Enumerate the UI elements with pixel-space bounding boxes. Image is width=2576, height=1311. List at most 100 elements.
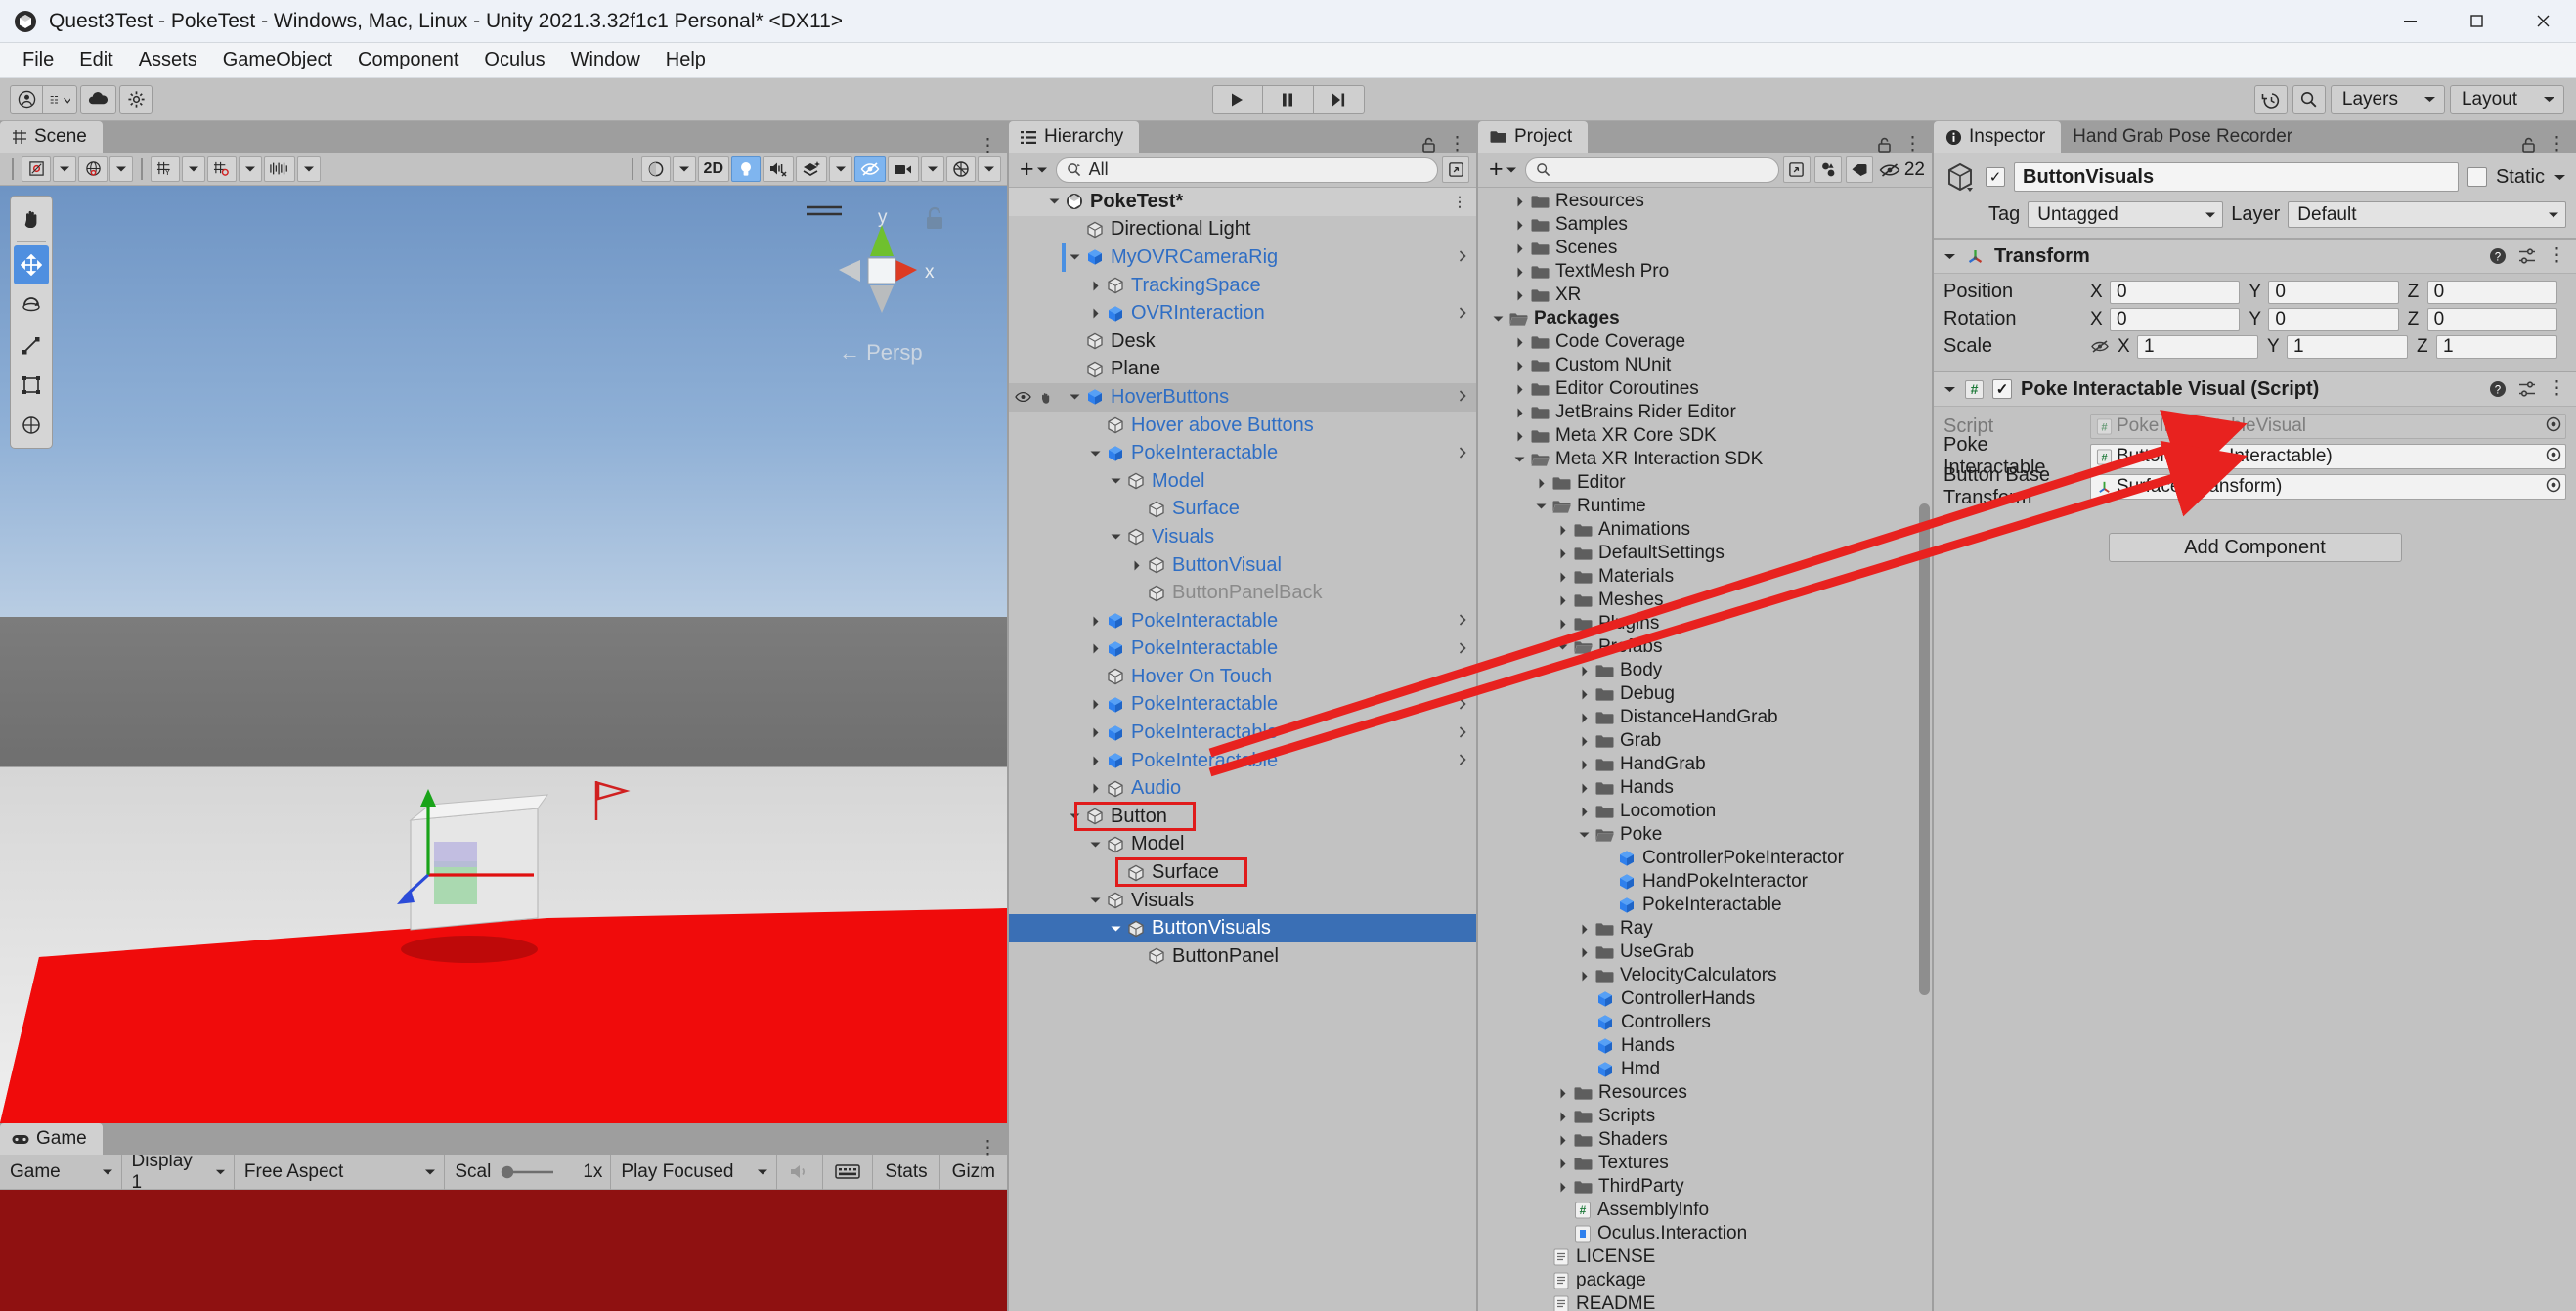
rect-tool-icon[interactable] bbox=[14, 366, 49, 405]
expand-arrow-icon[interactable] bbox=[1087, 896, 1104, 904]
hierarchy-row[interactable]: PokeTest* ⋮ bbox=[1009, 188, 1476, 216]
tab-inspector[interactable]: Inspector bbox=[1934, 121, 2062, 153]
open-prefab-chevron-icon[interactable] bbox=[1459, 697, 1466, 713]
hierarchy-row[interactable]: PokeInteractable bbox=[1009, 635, 1476, 664]
expand-arrow-icon[interactable] bbox=[1067, 253, 1083, 261]
scale-z-input[interactable]: 1 bbox=[2436, 334, 2557, 359]
undo-history-icon[interactable] bbox=[2253, 84, 2288, 114]
project-row[interactable]: Animations bbox=[1478, 518, 1932, 542]
project-row[interactable]: ThirdParty bbox=[1478, 1175, 1932, 1199]
tab-scene[interactable]: Scene bbox=[0, 121, 103, 153]
expand-arrow-icon[interactable] bbox=[1511, 290, 1528, 301]
game-scale-slider[interactable]: Scal 1x bbox=[445, 1154, 612, 1190]
tab-project[interactable]: Project bbox=[1478, 121, 1589, 153]
project-row[interactable]: Prefabs bbox=[1478, 635, 1932, 659]
expand-arrow-icon[interactable] bbox=[1554, 643, 1571, 651]
expand-arrow-icon[interactable] bbox=[1128, 560, 1145, 571]
project-row[interactable]: Meshes bbox=[1478, 589, 1932, 612]
lock-icon[interactable] bbox=[2521, 137, 2536, 153]
2d-toggle[interactable]: 2D bbox=[697, 155, 729, 182]
project-row[interactable]: Custom NUnit bbox=[1478, 354, 1932, 377]
hierarchy-row[interactable]: Directional Light bbox=[1009, 216, 1476, 244]
chevron-down-icon[interactable] bbox=[1943, 385, 1956, 394]
expand-arrow-icon[interactable] bbox=[1554, 1135, 1571, 1146]
expand-arrow-icon[interactable] bbox=[1576, 807, 1593, 817]
project-row[interactable]: README bbox=[1478, 1292, 1932, 1311]
hierarchy-row[interactable]: Plane bbox=[1009, 356, 1476, 384]
expand-arrow-icon[interactable] bbox=[1554, 548, 1571, 559]
position-y-input[interactable]: 0 bbox=[2268, 280, 2399, 304]
open-prefab-chevron-icon[interactable] bbox=[1459, 753, 1466, 768]
project-row[interactable]: Editor Coroutines bbox=[1478, 377, 1932, 401]
expand-arrow-icon[interactable] bbox=[1087, 756, 1104, 766]
project-tag-icon[interactable] bbox=[1845, 156, 1873, 183]
layers-dropdown[interactable]: Layers bbox=[2330, 84, 2445, 114]
kebab-icon[interactable]: ⋮ bbox=[2548, 379, 2566, 398]
static-checkbox[interactable] bbox=[2467, 167, 2487, 187]
preset-icon[interactable] bbox=[2518, 247, 2536, 265]
expand-arrow-icon[interactable] bbox=[1576, 831, 1593, 839]
open-prefab-chevron-icon[interactable] bbox=[1459, 725, 1466, 741]
static-dropdown-icon[interactable] bbox=[2554, 173, 2566, 182]
hierarchy-row[interactable]: PokeInteractable bbox=[1009, 691, 1476, 720]
project-row[interactable]: UseGrab bbox=[1478, 940, 1932, 964]
preset-icon[interactable] bbox=[2518, 380, 2536, 398]
game-aspect-dropdown[interactable]: Free Aspect bbox=[235, 1154, 446, 1190]
expand-arrow-icon[interactable] bbox=[1511, 267, 1528, 278]
hierarchy-row[interactable]: ButtonPanelBack bbox=[1009, 579, 1476, 607]
constrain-proportions-icon[interactable] bbox=[2090, 339, 2110, 354]
expand-arrow-icon[interactable] bbox=[1576, 924, 1593, 935]
project-row[interactable]: Shaders bbox=[1478, 1128, 1932, 1152]
hierarchy-search-expand-button[interactable] bbox=[1442, 156, 1469, 183]
search-icon[interactable] bbox=[2292, 84, 2326, 114]
expand-arrow-icon[interactable] bbox=[1511, 337, 1528, 348]
hierarchy-row[interactable]: Model bbox=[1009, 831, 1476, 859]
component-enabled-checkbox[interactable]: ✓ bbox=[1992, 379, 2012, 399]
hierarchy-add-button[interactable]: + bbox=[1016, 155, 1052, 184]
hierarchy-row[interactable]: ButtonVisuals bbox=[1009, 914, 1476, 943]
open-prefab-chevron-icon[interactable] bbox=[1459, 446, 1466, 461]
object-picker-icon[interactable] bbox=[2546, 416, 2561, 437]
project-hidden-count[interactable]: 22 bbox=[1877, 159, 1925, 181]
expand-arrow-icon[interactable] bbox=[1087, 699, 1104, 710]
menu-component[interactable]: Component bbox=[345, 45, 471, 75]
play-button[interactable] bbox=[1211, 84, 1263, 114]
expand-arrow-icon[interactable] bbox=[1554, 1182, 1571, 1193]
scale-y-input[interactable]: 1 bbox=[2287, 334, 2408, 359]
project-row[interactable]: Poke bbox=[1478, 823, 1932, 847]
hierarchy-row[interactable]: Desk bbox=[1009, 328, 1476, 356]
kebab-icon[interactable]: ⋮ bbox=[2548, 246, 2566, 265]
globe-dropdown-icon[interactable] bbox=[109, 155, 133, 182]
project-row[interactable]: Scenes bbox=[1478, 237, 1932, 260]
rotation-x-input[interactable]: 0 bbox=[2110, 307, 2241, 331]
grid-size-dropdown-icon[interactable] bbox=[297, 155, 321, 182]
expand-arrow-icon[interactable] bbox=[1511, 243, 1528, 254]
hierarchy-row[interactable]: Surface bbox=[1009, 496, 1476, 524]
project-search-expand-button[interactable] bbox=[1782, 156, 1811, 183]
shading-sphere-icon[interactable] bbox=[640, 155, 671, 182]
rotation-y-input[interactable]: 0 bbox=[2268, 307, 2399, 331]
project-row[interactable]: Runtime bbox=[1478, 495, 1932, 518]
expand-arrow-icon[interactable] bbox=[1554, 525, 1571, 536]
visibility-toggles[interactable] bbox=[1015, 391, 1054, 404]
layer-dropdown[interactable]: Default bbox=[2288, 201, 2566, 228]
expand-arrow-icon[interactable] bbox=[1087, 643, 1104, 654]
effects-dropdown-icon[interactable] bbox=[829, 155, 852, 182]
grid-snap-dropdown-icon[interactable] bbox=[182, 155, 205, 182]
expand-arrow-icon[interactable] bbox=[1533, 503, 1550, 510]
project-row[interactable]: XR bbox=[1478, 284, 1932, 307]
expand-arrow-icon[interactable] bbox=[1511, 220, 1528, 231]
hierarchy-row[interactable]: Audio bbox=[1009, 774, 1476, 803]
expand-arrow-icon[interactable] bbox=[1554, 1158, 1571, 1169]
project-row[interactable]: Meta XR Core SDK bbox=[1478, 424, 1932, 448]
move-tool-icon[interactable] bbox=[14, 245, 49, 284]
gizmos-button[interactable]: Gizm bbox=[940, 1155, 1007, 1190]
menu-edit[interactable]: Edit bbox=[66, 45, 125, 75]
hierarchy-row[interactable]: Button bbox=[1009, 803, 1476, 831]
layout-dropdown[interactable]: Layout bbox=[2449, 84, 2564, 114]
expand-arrow-icon[interactable] bbox=[1576, 689, 1593, 700]
game-display-dropdown[interactable]: Display 1 bbox=[122, 1151, 235, 1193]
expand-arrow-icon[interactable] bbox=[1087, 616, 1104, 627]
menu-file[interactable]: File bbox=[10, 45, 66, 75]
expand-arrow-icon[interactable] bbox=[1576, 760, 1593, 770]
